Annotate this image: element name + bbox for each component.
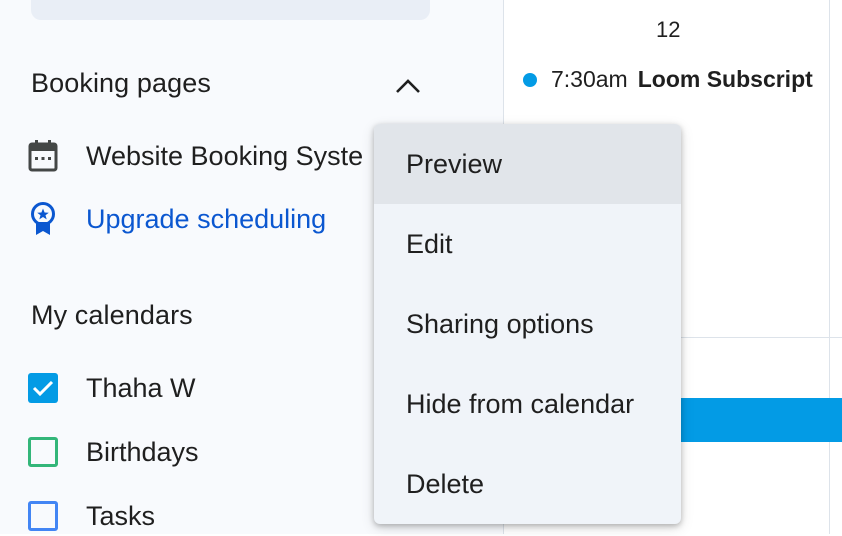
chevron-up-icon — [396, 79, 420, 93]
award-ribbon-icon — [26, 202, 60, 236]
calendar-item-thaha-w[interactable]: Thaha W — [26, 368, 196, 408]
checkbox-wrapper — [26, 435, 60, 469]
event-title: Loom Subscript — [637, 66, 813, 92]
menu-item-sharing-options[interactable]: Sharing options — [374, 284, 681, 364]
my-calendars-heading: My calendars — [31, 300, 193, 330]
checkbox-wrapper — [26, 499, 60, 533]
calendar-event-block[interactable] — [660, 398, 842, 442]
menu-item-hide-from-calendar[interactable]: Hide from calendar — [374, 364, 681, 444]
search-people-box[interactable] — [31, 0, 430, 20]
upgrade-scheduling-link[interactable]: Upgrade scheduling — [26, 199, 326, 239]
checkbox-wrapper — [26, 371, 60, 405]
context-menu: Preview Edit Sharing options Hide from c… — [374, 124, 681, 524]
menu-item-edit[interactable]: Edit — [374, 204, 681, 284]
event-color-dot — [523, 72, 537, 87]
checked-checkbox[interactable] — [28, 373, 58, 403]
calendar-label-tasks: Tasks — [86, 500, 156, 531]
calendar-icon — [26, 139, 60, 173]
menu-item-delete[interactable]: Delete — [374, 444, 681, 524]
event-time: 7:30am — [551, 66, 628, 92]
calendar-item-birthdays[interactable]: Birthdays — [26, 432, 199, 472]
collapse-booking-pages-button[interactable] — [388, 66, 428, 106]
calendar-label-thaha-w: Thaha W — [86, 372, 196, 403]
booking-page-label: Website Booking Syste — [86, 140, 364, 171]
calendar-item-tasks[interactable]: Tasks — [26, 496, 155, 536]
calendar-event[interactable]: 7:30am Loom Subscript — [523, 66, 813, 93]
upgrade-scheduling-label: Upgrade scheduling — [86, 203, 327, 234]
unchecked-checkbox[interactable] — [28, 437, 58, 467]
day-number[interactable]: 12 — [656, 17, 680, 43]
unchecked-checkbox[interactable] — [28, 501, 58, 531]
booking-pages-heading: Booking pages — [31, 68, 211, 98]
grid-divider — [829, 0, 830, 534]
calendar-label-birthdays: Birthdays — [86, 436, 199, 467]
menu-item-preview[interactable]: Preview — [374, 124, 681, 204]
checkmark-icon — [32, 380, 54, 397]
booking-page-item-website[interactable]: Website Booking Syste — [26, 136, 363, 176]
